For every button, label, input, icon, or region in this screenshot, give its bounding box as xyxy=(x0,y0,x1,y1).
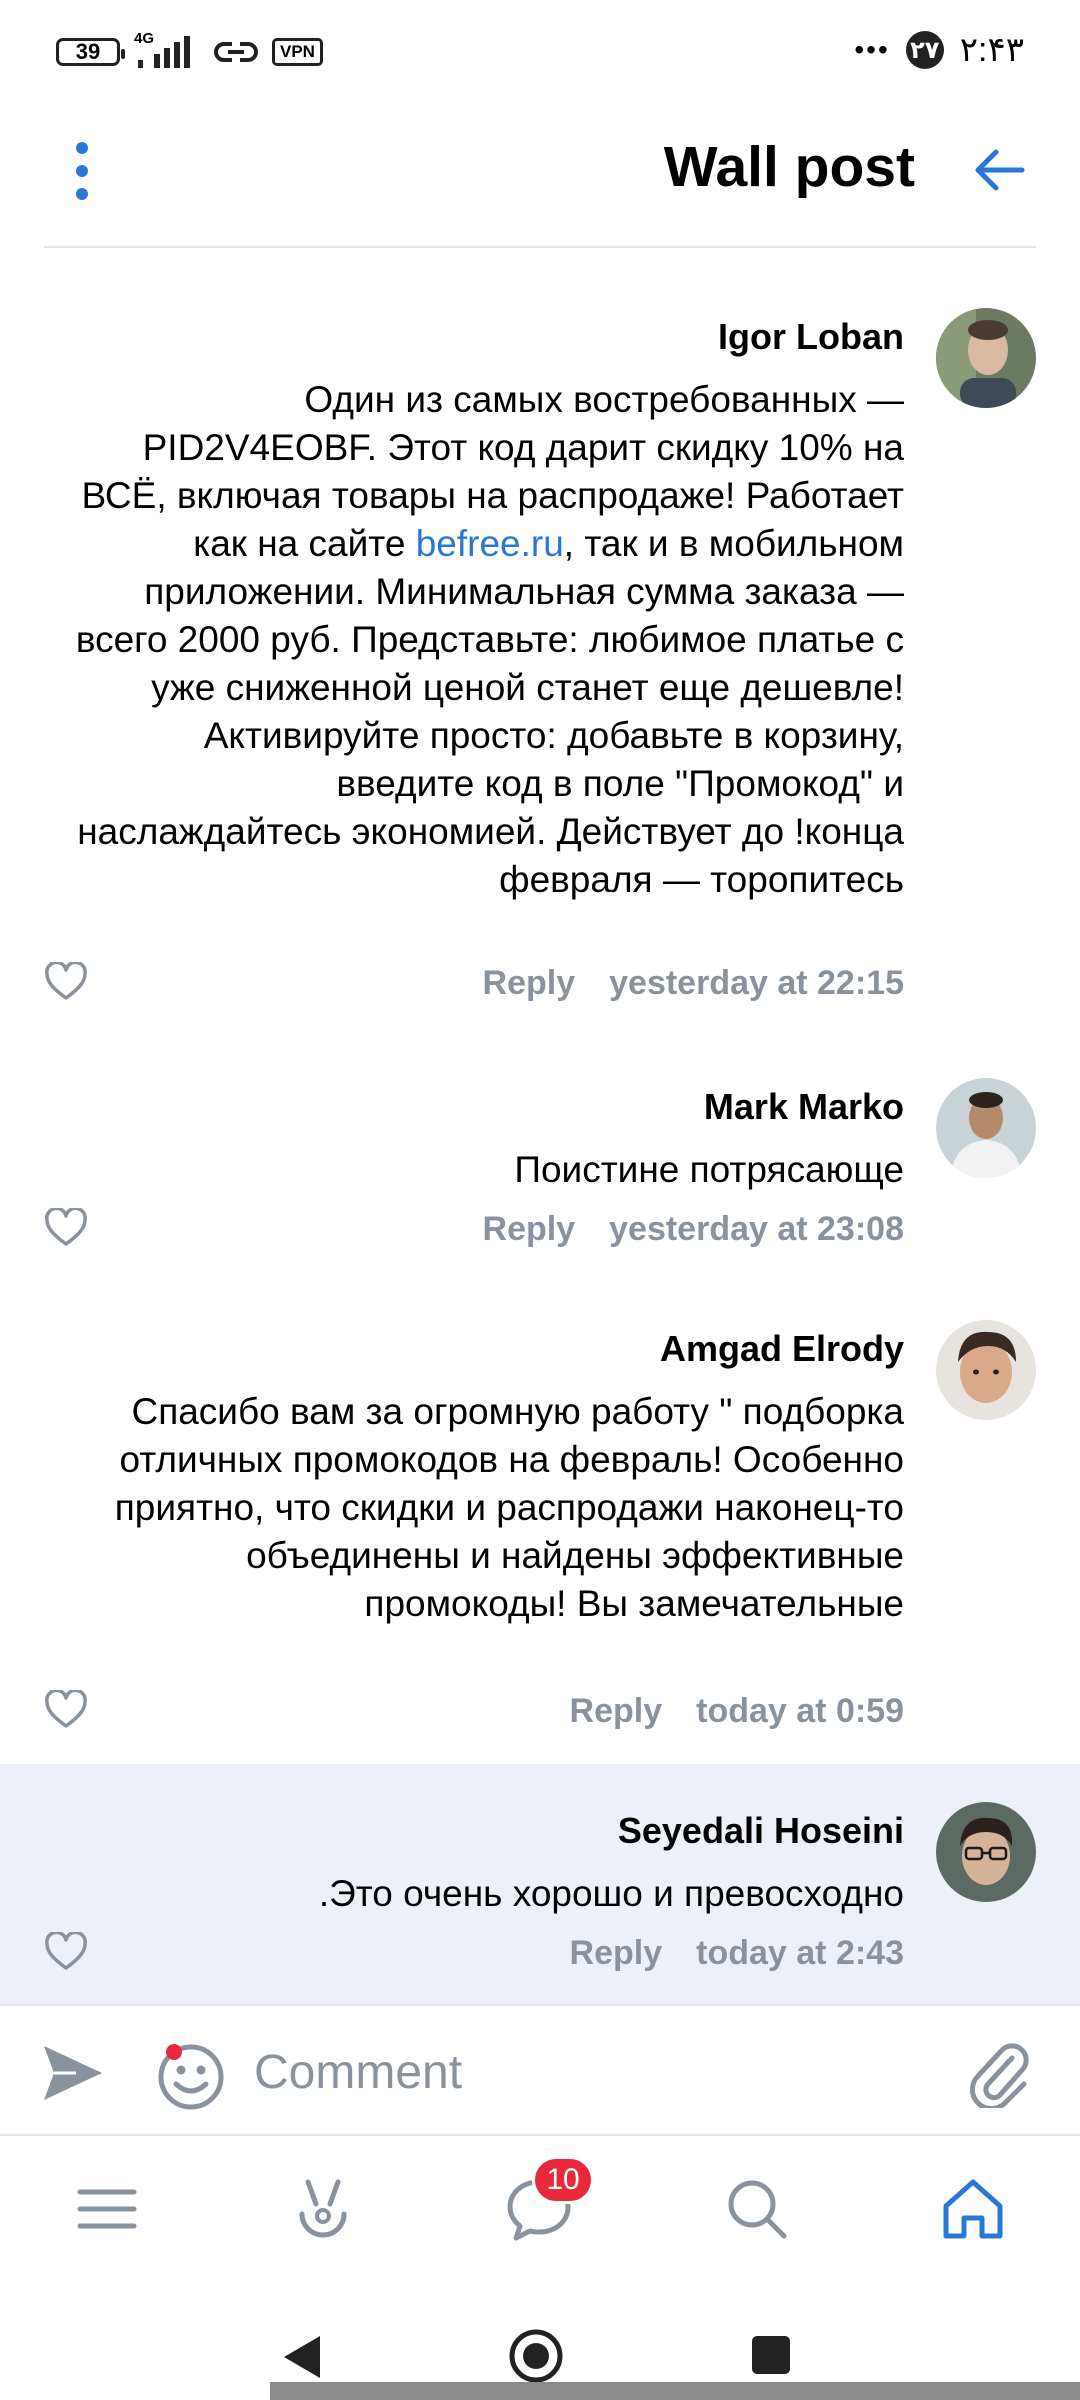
home-icon[interactable] xyxy=(938,2174,1008,2244)
signal-icon: 4G xyxy=(134,30,200,70)
comment-meta: Reply today at 2:43 xyxy=(570,1934,904,1973)
attach-paperclip-icon[interactable] xyxy=(966,2038,1032,2108)
send-icon[interactable] xyxy=(40,2042,106,2104)
header-divider xyxy=(44,246,1036,248)
comment-item: Amgad Elrody Спасибо вам за огромную раб… xyxy=(0,1292,1080,1764)
gesture-bar xyxy=(270,2382,1080,2400)
more-notifications-icon: ••• xyxy=(854,34,890,65)
comment-item-highlighted: Seyedali Hoseini .Это очень хорошо и пре… xyxy=(0,1764,1080,2004)
like-heart-icon[interactable] xyxy=(44,1208,88,1248)
comment-timestamp: today at 2:43 xyxy=(696,1934,904,1972)
comment-text: Один из самых востребованных — PID2V4EOB… xyxy=(64,376,904,904)
comment-author[interactable]: Seyedali Hoseini xyxy=(618,1810,904,1852)
avatar[interactable] xyxy=(936,308,1036,408)
battery-icon: 39 xyxy=(56,38,125,66)
like-heart-icon[interactable] xyxy=(44,1690,88,1730)
comment-author[interactable]: Amgad Elrody xyxy=(660,1328,904,1370)
system-home-icon[interactable] xyxy=(508,2328,564,2384)
comment-author[interactable]: Mark Marko xyxy=(704,1086,904,1128)
comment-item: Igor Loban Один из самых востребованных … xyxy=(0,280,1080,1040)
messages-badge: 10 xyxy=(532,2156,594,2204)
reply-button[interactable]: Reply xyxy=(570,1934,663,1973)
status-right: ••• ۲۷ ۲:۴۳ xyxy=(854,30,1024,70)
reply-button[interactable]: Reply xyxy=(483,1210,576,1249)
comment-timestamp: today at 0:59 xyxy=(696,1692,904,1730)
avatar[interactable] xyxy=(936,1320,1036,1420)
comment-link[interactable]: befree.ru xyxy=(416,523,564,564)
more-options-icon[interactable] xyxy=(62,138,102,204)
status-time: ۲:۴۳ xyxy=(959,31,1024,69)
emoji-notification-dot xyxy=(166,2044,182,2060)
back-arrow-icon[interactable] xyxy=(970,140,1030,200)
reply-button[interactable]: Reply xyxy=(483,964,576,1003)
comment-text: Спасибо вам за огромную работу " подборк… xyxy=(114,1391,904,1624)
avatar[interactable] xyxy=(936,1802,1036,1902)
reply-button[interactable]: Reply xyxy=(570,1692,663,1731)
like-heart-icon[interactable] xyxy=(44,962,88,1002)
comment-text: Поистине потрясающе xyxy=(514,1149,904,1190)
comment-meta: Reply yesterday at 23:08 xyxy=(483,1210,904,1249)
app-header: Wall post xyxy=(0,100,1080,248)
link-icon xyxy=(214,42,258,62)
comment-text: .Это очень хорошо и превосходно xyxy=(318,1873,904,1914)
comment-text-part: , так и в мобильном приложении. Минималь… xyxy=(75,523,904,900)
avatar[interactable] xyxy=(936,1078,1036,1178)
system-back-icon[interactable] xyxy=(280,2332,324,2382)
comment-timestamp: yesterday at 22:15 xyxy=(609,964,904,1002)
bottom-nav xyxy=(0,2136,1080,2278)
services-icon[interactable] xyxy=(288,2174,358,2244)
menu-icon[interactable] xyxy=(72,2174,142,2244)
comment-item: Mark Marko Поистине потрясающе Reply yes… xyxy=(0,1050,1080,1282)
status-left: 39 4G VPN xyxy=(56,30,323,70)
comment-composer xyxy=(0,2004,1080,2136)
comment-input[interactable] xyxy=(252,2036,936,2108)
status-bar: 39 4G VPN ••• ۲۷ ۲:۴۳ xyxy=(0,0,1080,100)
system-recents-icon[interactable] xyxy=(750,2334,792,2376)
search-icon[interactable] xyxy=(722,2174,792,2244)
comment-meta: Reply today at 0:59 xyxy=(570,1692,904,1731)
like-heart-icon[interactable] xyxy=(44,1932,88,1972)
page-title: Wall post xyxy=(663,135,915,199)
vpn-badge: VPN xyxy=(272,38,323,66)
comment-meta: Reply yesterday at 22:15 xyxy=(483,964,904,1003)
comment-author[interactable]: Igor Loban xyxy=(718,316,904,358)
notification-count: ۲۷ xyxy=(905,31,944,69)
comment-timestamp: yesterday at 23:08 xyxy=(609,1210,904,1248)
